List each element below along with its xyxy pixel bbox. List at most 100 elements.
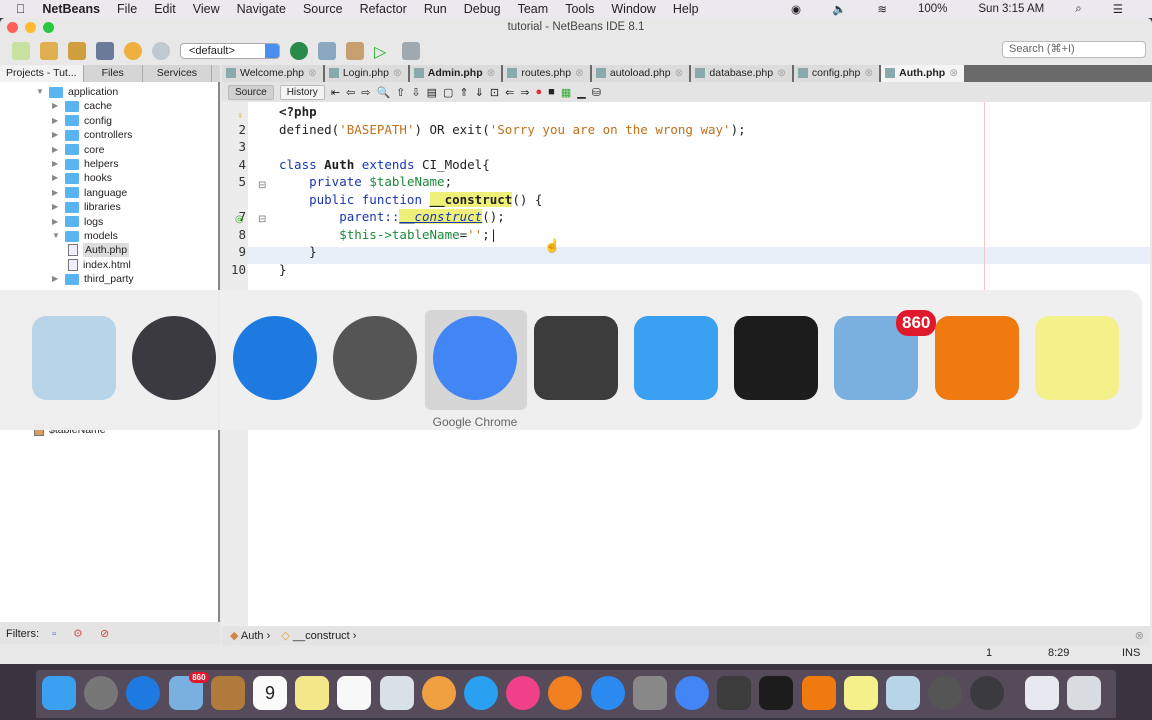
messages-icon[interactable]	[464, 676, 498, 710]
run-icon[interactable]: ▷	[374, 42, 392, 61]
calendar-icon[interactable]: 9	[253, 676, 287, 710]
sublime-text-icon[interactable]	[717, 676, 752, 710]
netbeans-icon[interactable]	[32, 316, 116, 400]
menu-team[interactable]: Team	[518, 2, 549, 16]
terminal-icon[interactable]	[734, 316, 819, 400]
tree-item[interactable]: ▶ third_party	[52, 272, 134, 286]
chrome-icon[interactable]	[433, 316, 518, 400]
tree-item[interactable]: ▼ application	[36, 85, 118, 99]
safari-icon[interactable]	[126, 676, 161, 710]
tab-projects[interactable]: Projects - Tut...	[0, 65, 84, 82]
menu-navigate[interactable]: Navigate	[237, 2, 286, 16]
photos-icon[interactable]	[421, 676, 456, 710]
close-tab-icon[interactable]: ⊗	[393, 67, 402, 79]
launchpad-icon[interactable]	[84, 676, 119, 710]
last-edit-icon[interactable]: ⇤	[331, 86, 340, 99]
notifications-badge[interactable]: 1	[986, 647, 992, 659]
close-tab-icon[interactable]: ⊗	[308, 67, 317, 79]
editor-tab[interactable]: config.php ⊗	[793, 65, 880, 82]
filter-icon[interactable]: ⚙	[73, 628, 83, 640]
tree-item[interactable]: index.html	[68, 258, 131, 272]
mail-icon[interactable]: 860	[168, 672, 209, 710]
clean-build-icon[interactable]	[346, 42, 364, 60]
menu-help[interactable]: Help	[673, 2, 699, 16]
menu-view[interactable]: View	[193, 2, 220, 16]
menu-edit[interactable]: Edit	[154, 2, 176, 16]
ibooks-icon[interactable]	[548, 676, 583, 710]
close-tab-icon[interactable]: ⊗	[864, 67, 873, 79]
quicktime-icon[interactable]	[132, 316, 217, 400]
expanded-arrow-icon[interactable]: ▼	[36, 85, 44, 99]
stickies-icon[interactable]	[1035, 316, 1119, 400]
collapsed-arrow-icon[interactable]: ▶	[52, 99, 60, 113]
wifi-icon[interactable]: ≋	[877, 2, 887, 16]
reminders-icon[interactable]	[337, 676, 372, 710]
filter-icon[interactable]: ▫	[52, 628, 56, 640]
find-next-icon[interactable]: ⇩	[411, 86, 420, 99]
mail-icon[interactable]: 860	[834, 310, 937, 400]
database-icon[interactable]: ⛁	[592, 86, 601, 99]
new-file-icon[interactable]	[12, 42, 30, 60]
close-tab-icon[interactable]: ⊗	[949, 67, 958, 79]
open-project-icon[interactable]	[68, 42, 86, 60]
tree-item[interactable]: ▶ config	[52, 114, 112, 128]
toggle-bookmark-icon[interactable]: ⊡	[490, 86, 499, 99]
code-line[interactable]: }	[279, 262, 287, 277]
contacts-icon[interactable]	[210, 676, 245, 710]
build-hammer-icon[interactable]	[318, 42, 336, 60]
editor-tab[interactable]: Welcome.php ⊗	[222, 65, 323, 82]
redo-icon[interactable]	[152, 42, 170, 60]
mamp-icon[interactable]	[928, 676, 963, 710]
collapsed-arrow-icon[interactable]: ▶	[52, 128, 60, 142]
editor-tab[interactable]: Auth.php ⊗	[881, 65, 965, 82]
shift-left-icon[interactable]: ⇐	[505, 86, 514, 99]
collapsed-arrow-icon[interactable]: ▶	[52, 215, 60, 229]
spotlight-icon[interactable]: ⌕	[1075, 3, 1081, 16]
notification-center-icon[interactable]: ☰	[1113, 2, 1123, 16]
rect-select-icon[interactable]: ▢	[443, 86, 453, 99]
menu-debug[interactable]: Debug	[464, 2, 501, 16]
close-tab-icon[interactable]: ⊗	[575, 67, 584, 79]
preview-icon[interactable]	[379, 676, 414, 710]
shift-right-icon[interactable]: ⇒	[520, 86, 529, 99]
app-store-icon[interactable]	[590, 676, 625, 710]
terminal-icon[interactable]	[759, 676, 794, 710]
close-tab-icon[interactable]: ⊗	[675, 67, 684, 79]
tree-item[interactable]: ▶ cache	[52, 99, 112, 113]
code-line[interactable]: public function __construct() {	[279, 191, 542, 207]
tree-item[interactable]: ▶ controllers	[52, 128, 132, 142]
override-icon[interactable]: ◎	[235, 214, 244, 225]
menu-tools[interactable]: Tools	[565, 2, 594, 16]
netbeans-icon[interactable]	[886, 676, 920, 710]
uncomment-icon[interactable]: ▁	[577, 86, 585, 99]
tree-item[interactable]: ▶ libraries	[52, 200, 121, 214]
system-preferences-icon[interactable]	[632, 676, 667, 710]
save-all-icon[interactable]	[96, 42, 114, 60]
close-tab-icon[interactable]: ⊗	[487, 67, 496, 79]
finder-icon[interactable]	[42, 676, 76, 710]
fold-icon[interactable]: ⊟	[258, 180, 266, 191]
prev-bookmark-icon[interactable]: ⇑	[459, 86, 468, 99]
browser-globe-icon[interactable]	[290, 42, 308, 60]
tree-item[interactable]: ▶ hooks	[52, 171, 112, 185]
tree-item[interactable]: Auth.php	[68, 243, 130, 258]
next-bookmark-icon[interactable]: ⇓	[475, 86, 484, 99]
tab-services[interactable]: Services	[143, 65, 213, 82]
debug-icon[interactable]	[402, 42, 420, 60]
editor-tab[interactable]: Admin.php ⊗	[409, 65, 502, 82]
menu-run[interactable]: Run	[424, 2, 447, 16]
notes-icon[interactable]	[295, 676, 330, 710]
close-tab-icon[interactable]: ⊗	[777, 67, 786, 79]
mamp-icon[interactable]	[332, 316, 417, 400]
apple-icon[interactable]: 	[16, 2, 25, 16]
editor-tab[interactable]: autoload.php ⊗	[591, 65, 690, 82]
menu-refactor[interactable]: Refactor	[360, 2, 407, 16]
tree-item[interactable]: ▶ logs	[52, 215, 103, 229]
history-button[interactable]: History	[279, 84, 325, 100]
search-input[interactable]: Search (⌘+I)	[1002, 41, 1146, 58]
code-line[interactable]: <?php	[279, 104, 317, 119]
tree-item[interactable]: ▶ language	[52, 186, 127, 200]
new-project-icon[interactable]	[40, 42, 58, 60]
record-icon[interactable]: ◉	[791, 2, 801, 16]
tab-files[interactable]: Files	[84, 65, 143, 82]
